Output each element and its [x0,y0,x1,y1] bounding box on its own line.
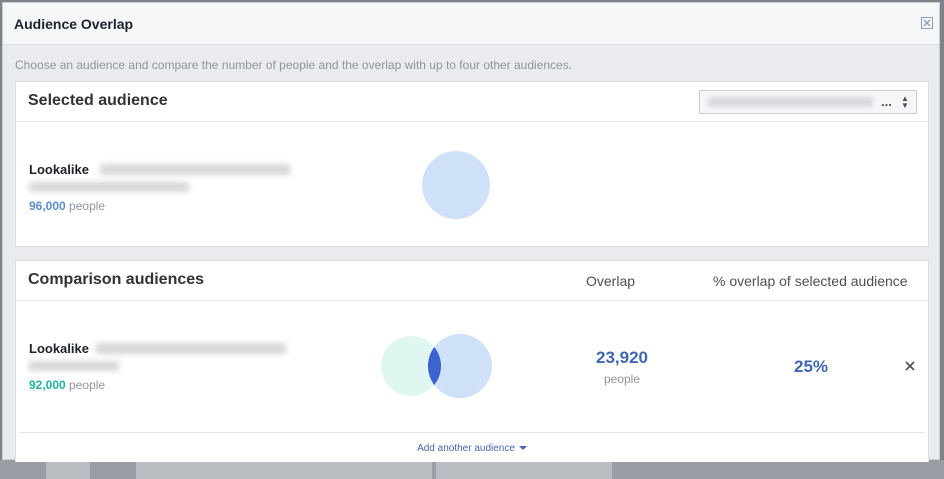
selected-count-unit: people [69,199,106,213]
add-another-audience-link[interactable]: Add another audience [16,443,928,454]
redacted-text [100,164,290,175]
overlap-unit: people [603,372,641,386]
close-icon[interactable] [921,17,933,29]
selected-audience-header: Selected audience ... ▲ ▼ [16,82,928,122]
overlap-column-header: Overlap [586,273,636,289]
overlap-count: 23,920 [596,348,648,367]
percent-column-header: % overlap of selected audience [713,273,908,289]
selected-audience-title: Selected audience [28,92,168,109]
comparison-count-value: 92,000 [29,378,66,392]
background-cell [436,460,612,479]
dialog-header: Audience Overlap [3,3,939,45]
select-arrows-icon: ▲ ▼ [901,94,909,110]
caret-down-icon [518,446,527,451]
redacted-text [96,343,286,354]
selected-audience-circle [422,151,490,219]
comparison-audience-count: 92,000 people [29,378,105,392]
comparison-audiences-card: Comparison audiences Overlap % overlap o… [15,260,929,462]
background-cell [46,460,90,479]
selected-audience-count: 96,000 people [29,199,105,213]
background-page [0,460,944,479]
remove-audience-icon[interactable] [903,359,917,373]
audience-overlap-dialog: Audience Overlap Choose an audience and … [2,2,940,462]
comparison-audience-name: Lookalike [29,341,89,356]
overlap-venn-diagram [381,334,492,398]
redacted-text [29,182,189,192]
dialog-description: Choose an audience and compare the numbe… [15,58,573,72]
select-ellipsis: ... [881,94,892,109]
divider [20,432,924,433]
comparison-header: Comparison audiences Overlap % overlap o… [16,261,928,301]
overlap-percent: 25% [793,357,829,376]
selected-audience-name: Lookalike [29,162,89,177]
audience-select-dropdown[interactable]: ... ▲ ▼ [699,90,917,114]
comparison-title: Comparison audiences [28,271,205,288]
redacted-text [29,361,119,371]
background-cell [136,460,432,479]
dialog-title: Audience Overlap [14,16,134,32]
redacted-audience-name [708,97,873,107]
comparison-count-unit: people [69,378,106,392]
selected-audience-card: Selected audience ... ▲ ▼ Lookalike 96,00… [15,81,929,247]
add-another-audience-label: Add another audience [417,443,515,454]
selected-count-value: 96,000 [29,199,66,213]
